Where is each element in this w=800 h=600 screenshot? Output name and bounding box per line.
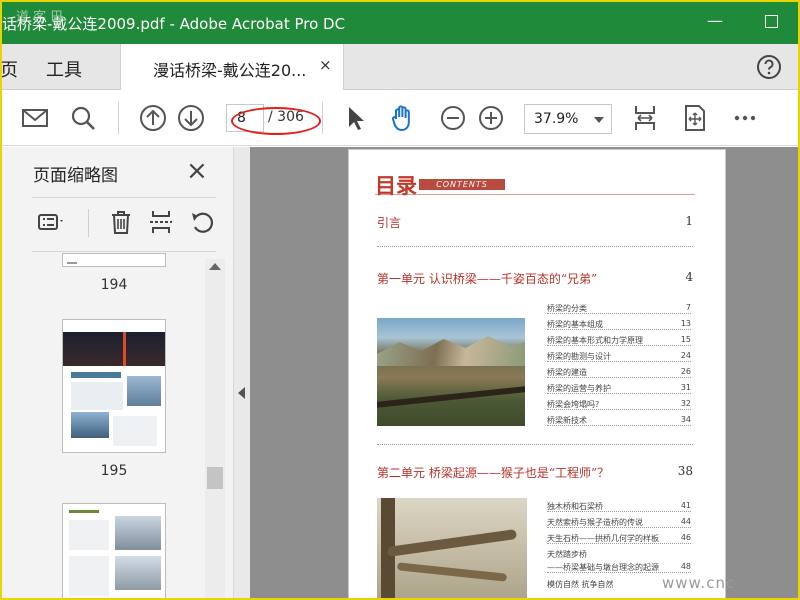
chevron-down-icon (594, 117, 604, 123)
toc-subentry: 独木桥和石梁桥 41 (547, 501, 691, 512)
thumbnail-page-number: 194 (100, 277, 128, 293)
panel-divider (32, 197, 216, 198)
collapse-panel-handle[interactable] (234, 147, 250, 598)
toc-entry-page: 1 (683, 214, 693, 228)
toolbar-divider (322, 102, 323, 134)
toc-entry: 第二单元 桥梁起源——猴子也是“工程师”？ 38 (377, 464, 693, 480)
tab-home[interactable]: 页 (2, 56, 18, 82)
toc-entry: 第一单元 认识桥梁——千姿百态的“兄弟” 4 (377, 270, 693, 286)
panel-tool-divider (88, 209, 89, 237)
select-pointer-icon[interactable] (340, 103, 370, 133)
scrollbar-thumb[interactable] (207, 467, 223, 489)
close-tab-button[interactable]: × (319, 56, 332, 74)
title-bar: 道 客 巴 话桥梁-戴公连2009.pdf - Adobe Acrobat Pr… (2, 2, 798, 44)
zoom-level-value: 37.9% (534, 111, 579, 127)
zoom-out-icon[interactable] (438, 103, 468, 133)
zoom-in-icon[interactable] (476, 103, 506, 133)
tab-tools[interactable]: 工具 (46, 56, 82, 82)
toc-entry: 引言 1 (377, 214, 693, 230)
toolbar-divider (118, 102, 119, 134)
fit-page-icon[interactable] (630, 103, 660, 133)
panel-toolbar (32, 205, 222, 245)
close-panel-button[interactable]: × (186, 157, 208, 185)
maximize-button[interactable] (756, 6, 786, 36)
toc-subentry: 天然踏步桥 (547, 550, 588, 559)
toc-subentry: 桥梁的运营与养护 31 (547, 383, 691, 394)
more-icon[interactable] (730, 103, 760, 133)
help-icon[interactable] (756, 54, 782, 80)
toc-title: 目录 (375, 173, 417, 198)
monkey-vine-photo (377, 498, 527, 598)
app-window: 道 客 巴 话桥梁-戴公连2009.pdf - Adobe Acrobat Pr… (0, 0, 800, 600)
toc-subentry: 桥梁新技术 34 (547, 415, 691, 426)
thumbnail-options-icon[interactable] (36, 207, 66, 237)
window-title: 话桥梁-戴公连2009.pdf - Adobe Acrobat Pro DC (2, 15, 346, 33)
document-tab-label: 漫话桥梁-戴公连20... (153, 61, 307, 80)
toolbar: 8 / 306 37.9% (2, 90, 798, 146)
pdf-page: 目录 CONTENTS 引言 1 第一单元 认识桥梁——千姿百态的“兄弟” 4 … (348, 149, 726, 598)
chevron-left-icon (238, 387, 245, 399)
bridge-valley-photo (377, 318, 525, 426)
toc-subentry: 桥梁的建造 26 (547, 367, 691, 378)
page-thumbnail[interactable] (62, 319, 166, 453)
toc-divider (377, 444, 693, 445)
toc-entry-page: 4 (683, 270, 693, 284)
trash-icon[interactable] (106, 207, 136, 237)
toc-subentry: 天然索桥与猴子造桥的传说 44 (547, 517, 691, 528)
page-down-icon[interactable] (176, 103, 206, 133)
tab-bar: 页 工具 漫话桥梁-戴公连20... × (2, 44, 798, 90)
scroll-up-icon[interactable] (209, 263, 221, 270)
zoom-level-select[interactable]: 37.9% (524, 104, 612, 134)
toc-subentry: 桥梁会垮塌吗? 32 (547, 399, 691, 410)
toc-subentry: ——桥梁基础与墩台理念的起源 48 (547, 562, 691, 573)
document-viewport[interactable]: 目录 CONTENTS 引言 1 第一单元 认识桥梁——千姿百态的“兄弟” 4 … (250, 147, 798, 598)
mail-icon[interactable] (20, 103, 50, 133)
minimize-button[interactable]: — (700, 6, 730, 36)
panel-divider (32, 251, 216, 252)
toc-header: 目录 CONTENTS (375, 170, 575, 198)
thumbnail-list: 194 195 (2, 253, 202, 598)
page-total-label: / 306 (268, 109, 304, 125)
page-thumbnail[interactable] (62, 503, 166, 598)
rotate-icon[interactable] (188, 207, 218, 237)
toc-banner: CONTENTS (419, 179, 505, 190)
toc-subentry: 桥梁的勘测与设计 24 (547, 351, 691, 362)
panel-title: 页面缩略图 (33, 166, 118, 186)
toc-subentry: 天生石桥——拱桥几何学的样板 46 (547, 533, 691, 544)
page-thumbnail[interactable] (62, 253, 166, 267)
thumbnail-scrollbar[interactable] (205, 259, 225, 598)
page-up-icon[interactable] (138, 103, 168, 133)
thumbnail-panel: 页面缩略图 × 194 195 (2, 147, 234, 598)
full-screen-icon[interactable] (680, 103, 710, 133)
tab-document[interactable]: 漫话桥梁-戴公连20... × (120, 44, 344, 90)
toc-entry-page: 38 (675, 464, 693, 478)
toc-subentry: 桥梁的基本形式和力学原理 15 (547, 335, 691, 346)
search-icon[interactable] (68, 103, 98, 133)
hand-tool-icon[interactable] (388, 103, 418, 133)
toc-entry-text: 引言 (377, 216, 404, 230)
toc-subentry: 桥梁的基本组成 13 (547, 319, 691, 330)
split-page-icon[interactable] (146, 207, 176, 237)
toc-header-rule (375, 194, 695, 195)
toc-entry-text: 第二单元 桥梁起源——猴子也是“工程师”？ (377, 466, 612, 480)
toc-entry-text: 第一单元 认识桥梁——千姿百态的“兄弟” (377, 272, 600, 286)
toc-subentry: 桥梁的分类 7 (547, 303, 691, 314)
thumbnail-page-number: 195 (100, 463, 128, 479)
watermark-text: www.cnc (662, 574, 736, 592)
toc-divider (377, 246, 693, 247)
page-number-input[interactable]: 8 (226, 104, 264, 132)
